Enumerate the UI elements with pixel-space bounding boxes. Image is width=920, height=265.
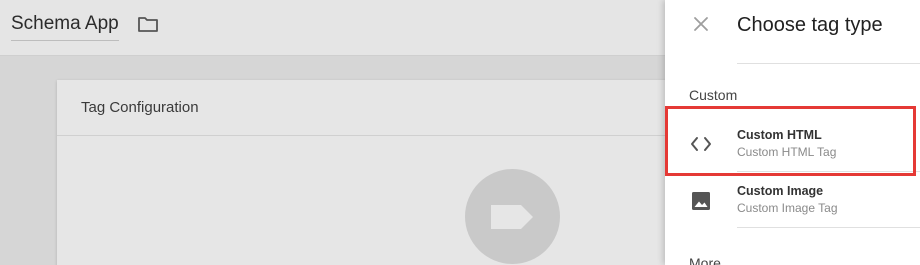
tag-type-custom-html[interactable]: Custom HTML Custom HTML Tag — [665, 115, 920, 171]
card-header: Tag Configuration — [57, 80, 697, 136]
item-title: Custom Image — [737, 184, 824, 198]
divider — [737, 63, 920, 64]
item-subtitle: Custom HTML Tag — [737, 145, 837, 159]
section-label-more: More — [689, 255, 721, 265]
card-title: Tag Configuration — [81, 99, 199, 116]
panel-title: Choose tag type — [737, 14, 883, 36]
image-icon — [692, 192, 710, 210]
tag-type-placeholder[interactable] — [465, 169, 560, 264]
section-label-custom: Custom — [689, 87, 738, 103]
code-icon — [691, 137, 711, 151]
tag-configuration-card: Tag Configuration — [57, 80, 697, 265]
tag-icon — [491, 205, 533, 229]
folder-icon[interactable] — [137, 15, 159, 33]
close-icon[interactable] — [693, 16, 709, 32]
item-title: Custom HTML — [737, 128, 822, 142]
item-subtitle: Custom Image Tag — [737, 201, 838, 215]
app-title[interactable]: Schema App — [11, 13, 119, 41]
tag-type-custom-image[interactable]: Custom Image Custom Image Tag — [665, 172, 920, 228]
choose-tag-type-panel: Choose tag type Custom Custom HTML Custo… — [665, 0, 920, 265]
divider — [737, 227, 920, 228]
